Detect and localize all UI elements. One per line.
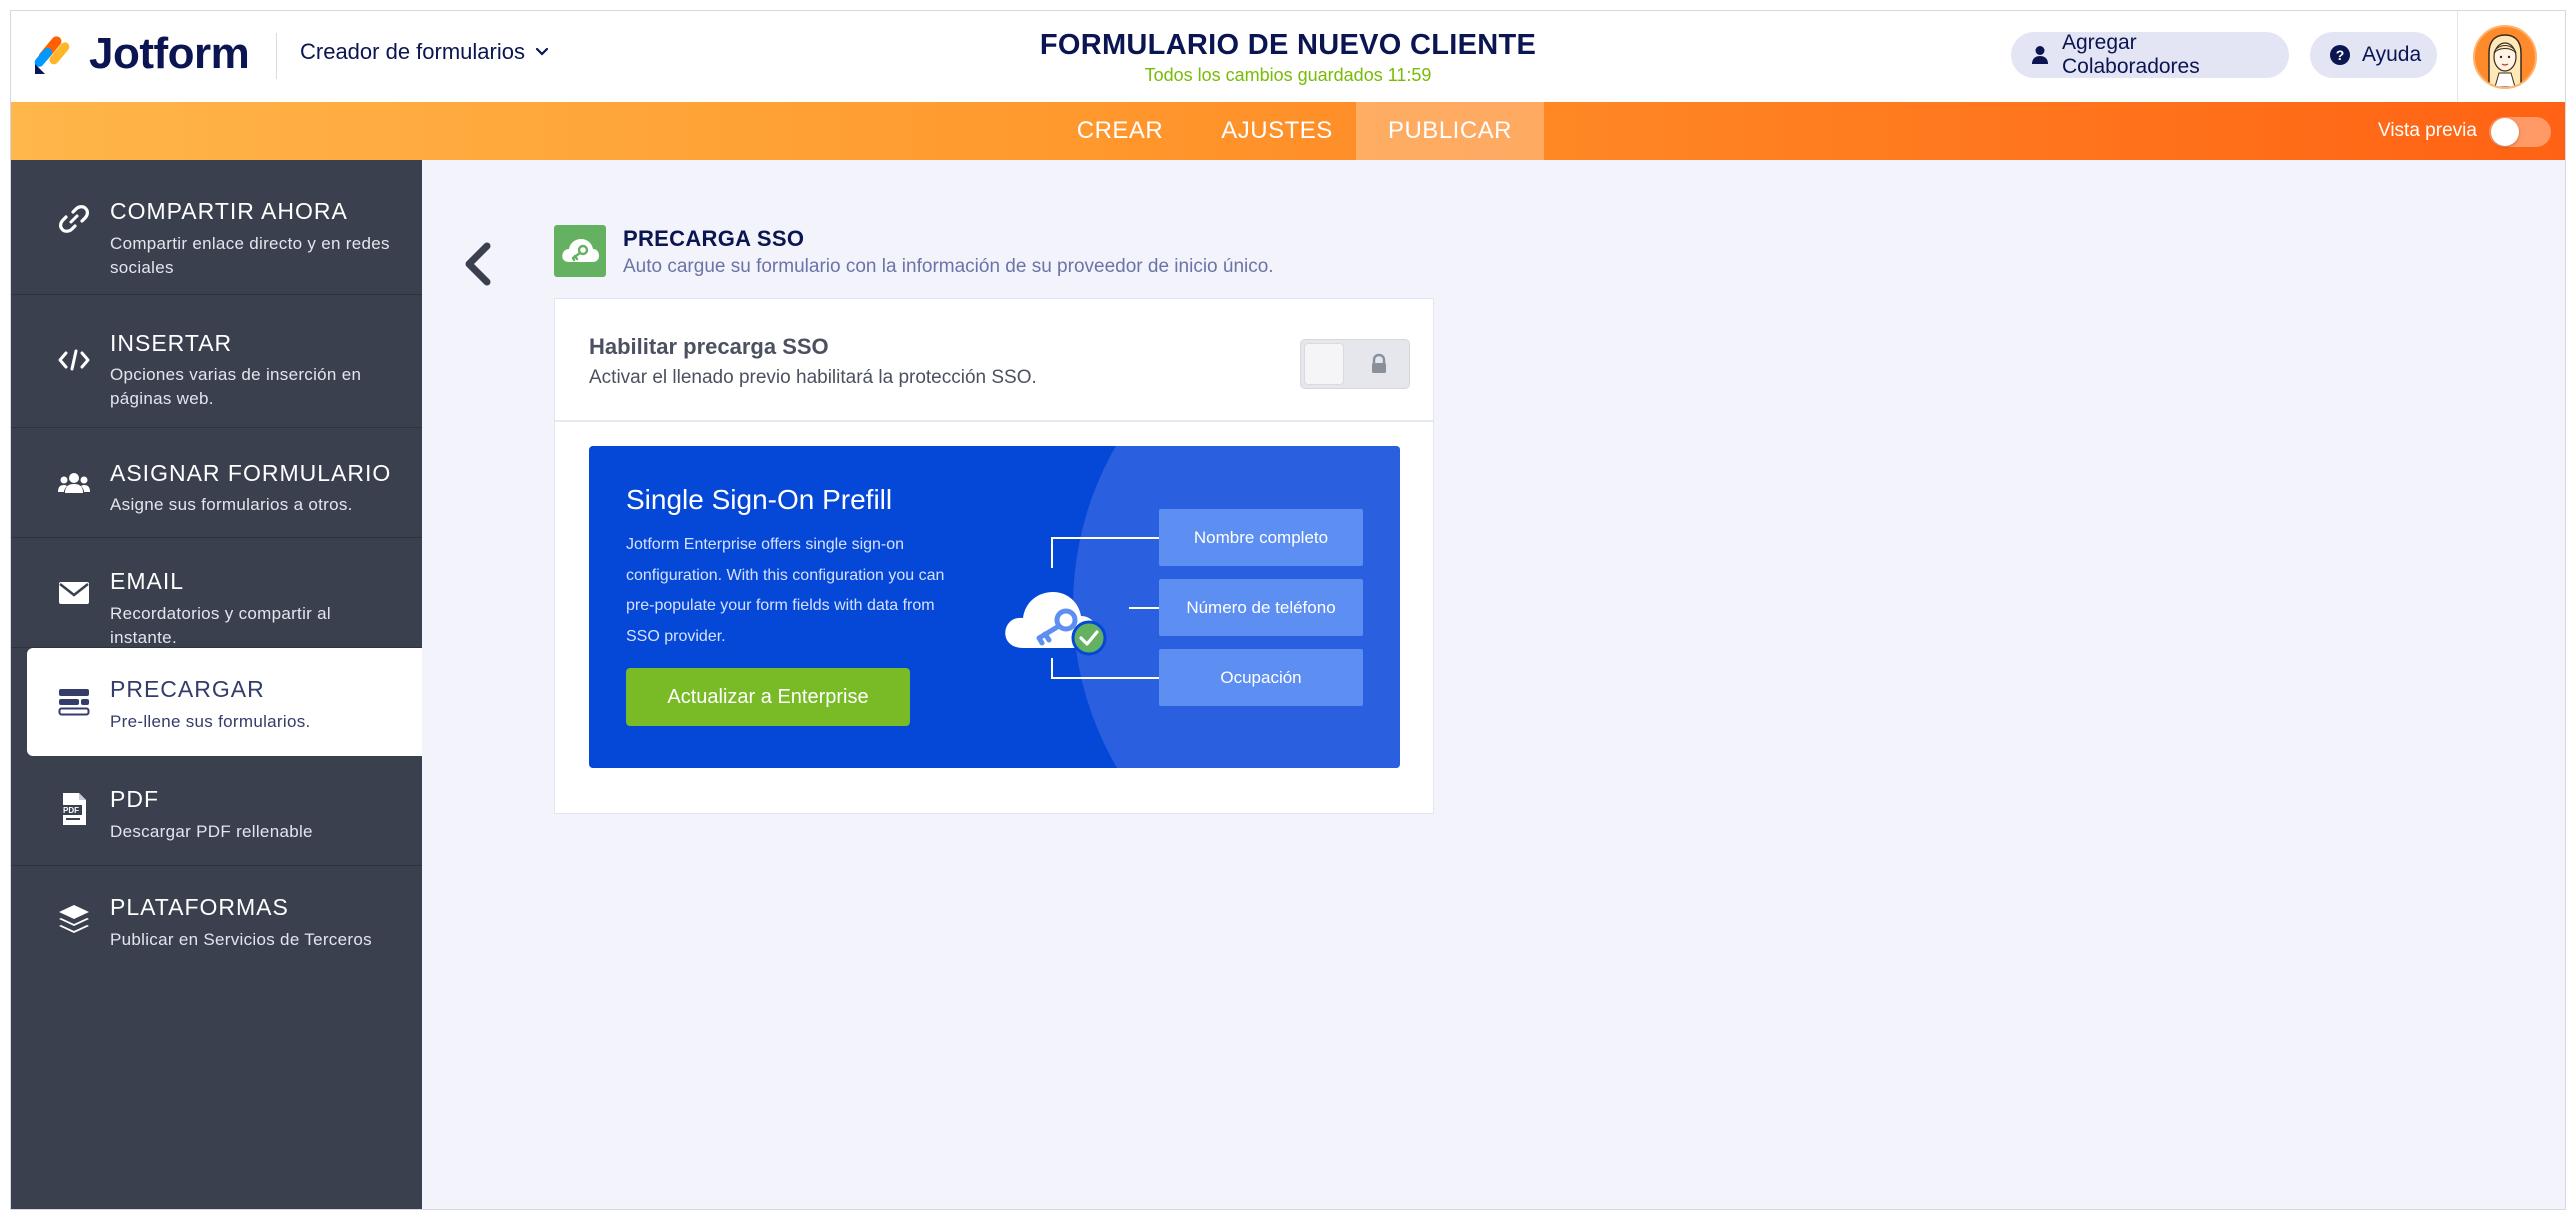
preview-label: Vista previa — [2378, 120, 2477, 141]
field-occupation: Ocupación — [1159, 649, 1363, 706]
sidebar-item-desc: Publicar en Servicios de Terceros — [110, 930, 372, 949]
envelope-icon — [57, 576, 91, 610]
sidebar-item-desc: Recordatorios y compartir al instante. — [110, 604, 331, 647]
card-divider — [555, 420, 1433, 422]
preview-toggle-knob — [2491, 118, 2519, 146]
sidebar-item-embed[interactable]: INSERTAR Opciones varias de inserción en… — [11, 295, 422, 428]
field-phone-number: Número de teléfono — [1159, 579, 1363, 636]
section-subtitle: Auto cargue su formulario con la informa… — [623, 256, 1274, 277]
sidebar-item-title: PRECARGAR — [110, 676, 265, 702]
sidebar-item-platforms[interactable]: PLATAFORMAS Publicar en Servicios de Ter… — [11, 866, 422, 976]
user-icon — [2031, 45, 2050, 65]
chevron-left-icon — [465, 242, 491, 286]
back-button[interactable] — [461, 242, 493, 286]
sidebar-item-title: PLATAFORMAS — [110, 894, 289, 920]
header-divider-right — [2457, 11, 2458, 102]
tab-create[interactable]: CREAR — [1051, 102, 1189, 160]
publish-sidebar: COMPARTIR AHORA Compartir enlace directo… — [11, 160, 422, 1209]
cloud-key-check-icon — [1005, 592, 1107, 656]
code-icon — [57, 343, 91, 377]
enable-sso-toggle[interactable] — [1300, 339, 1410, 389]
sidebar-item-email[interactable]: EMAIL Recordatorios y compartir al insta… — [11, 538, 422, 648]
toggle-knob — [1304, 343, 1344, 385]
avatar-illustration-icon — [2488, 34, 2522, 87]
sso-prefill-card: Habilitar precarga SSO Activar el llenad… — [554, 298, 1434, 814]
enable-sso-desc: Activar el llenado previo habilitará la … — [589, 367, 1037, 388]
section-title: PRECARGA SSO — [623, 226, 805, 251]
users-icon — [57, 466, 91, 500]
enable-sso-title: Habilitar precarga SSO — [589, 334, 829, 359]
top-bar: Jotform Creador de formularios FORMULARI… — [11, 11, 2565, 103]
sidebar-item-title: PDF — [110, 786, 159, 812]
tab-settings[interactable]: AJUSTES — [1189, 102, 1365, 160]
builder-nav-bar: CREAR AJUSTES PUBLICAR Vista previa — [11, 102, 2565, 160]
sidebar-item-assign-form[interactable]: ASIGNAR FORMULARIO Asigne sus formulario… — [11, 428, 422, 538]
question-circle-icon: ? — [2330, 45, 2350, 65]
enterprise-promo-banner: Single Sign-On Prefill Jotform Enterpris… — [589, 446, 1400, 768]
sidebar-item-desc: Asigne sus formularios a otros. — [110, 495, 353, 514]
pdf-icon: PDF — [57, 792, 91, 826]
tab-publish[interactable]: PUBLICAR — [1356, 102, 1544, 160]
sso-cloud-key-icon — [554, 225, 606, 277]
field-full-name: Nombre completo — [1159, 509, 1363, 566]
sidebar-item-prefill[interactable]: PRECARGAR Pre-llene sus formularios. — [27, 648, 422, 756]
sidebar-item-title: INSERTAR — [110, 330, 233, 356]
help-button[interactable]: ? Ayuda — [2310, 32, 2437, 78]
preview-toggle[interactable] — [2489, 117, 2551, 147]
app-window: Jotform Creador de formularios FORMULARI… — [10, 10, 2566, 1210]
user-avatar[interactable] — [2473, 25, 2537, 89]
link-icon — [57, 202, 91, 236]
prefill-icon — [57, 685, 91, 719]
sidebar-item-desc: Descargar PDF rellenable — [110, 822, 313, 841]
add-collaborators-button[interactable]: Agregar Colaboradores — [2011, 31, 2289, 78]
sidebar-item-pdf[interactable]: PDF PDF Descargar PDF rellenable — [11, 756, 422, 866]
add-collaborators-label: Agregar Colaboradores — [2061, 31, 2200, 78]
svg-text:PDF: PDF — [63, 806, 79, 815]
help-label: Ayuda — [2362, 43, 2422, 66]
sidebar-item-desc: Opciones varias de inserción en páginas … — [110, 365, 362, 408]
sidebar-item-desc: Compartir enlace directo y en redes soci… — [110, 234, 390, 277]
sidebar-item-title: ASIGNAR FORMULARIO — [110, 460, 392, 486]
layers-icon — [57, 902, 91, 936]
sidebar-item-title: COMPARTIR AHORA — [110, 198, 348, 224]
sidebar-item-title: EMAIL — [110, 568, 185, 594]
lock-icon — [1367, 352, 1391, 376]
sidebar-item-desc: Pre-llene sus formularios. — [110, 712, 311, 731]
sidebar-item-share-now[interactable]: COMPARTIR AHORA Compartir enlace directo… — [11, 160, 422, 295]
svg-text:?: ? — [2336, 47, 2345, 63]
